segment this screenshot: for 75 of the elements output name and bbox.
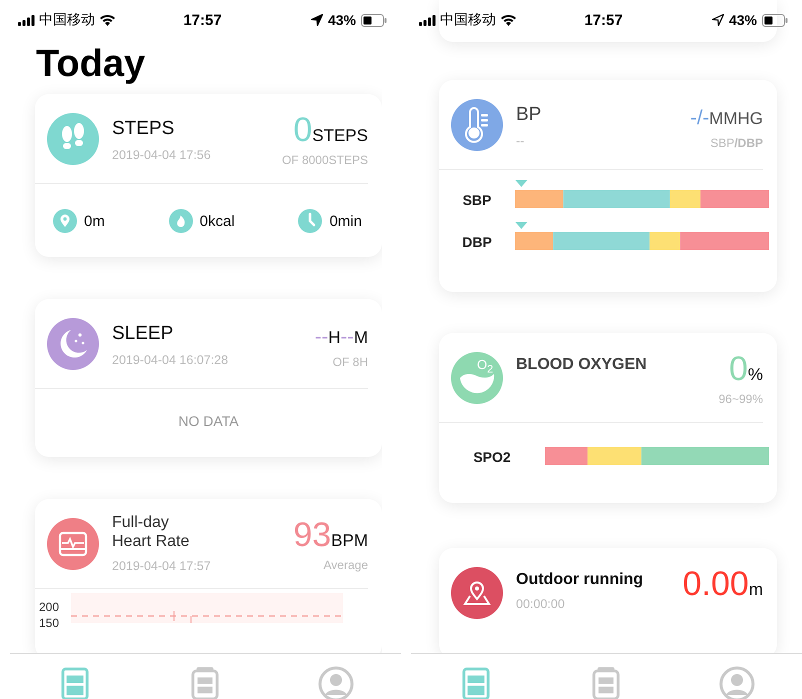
bar-label: DBP (461, 234, 493, 250)
map-pin-icon (451, 567, 503, 619)
dashboard-tab-icon[interactable] (462, 666, 490, 699)
steps-value: 0 (293, 113, 312, 147)
oxygen-value: 0 (728, 352, 748, 386)
card-title: Full-day Heart Rate (112, 513, 190, 551)
clock-time: 17:57 (584, 12, 623, 28)
page-title: Today (36, 43, 146, 86)
pressure-caption: SBP/DBP (710, 136, 763, 150)
location-pin-icon (53, 209, 77, 233)
unit-label: MMHG (709, 109, 763, 129)
distance-value: 0.00 (682, 567, 749, 601)
timestamp: 2019-04-04 16:07:28 (112, 353, 230, 367)
stat-value: 0kcal (200, 212, 235, 230)
unit-label: m (748, 580, 763, 600)
steps-card[interactable]: STEPS 2019-04-04 17:56 0STEPS OF 8000STEPS 0m 0kcal 0min (35, 94, 382, 257)
profile-tab-icon[interactable] (318, 666, 354, 699)
bar-label: SBP (462, 192, 492, 208)
axis-label: 200 (39, 601, 60, 613)
duration-time: 00:00:00 (516, 597, 566, 611)
goal-label: OF 8000STEPS (282, 153, 368, 167)
unit-label: BPM (331, 531, 368, 551)
clock-time: 17:57 (183, 12, 222, 28)
battery-percent: 43% (328, 12, 356, 28)
stat-value: 0min (329, 212, 362, 230)
location-arrow-icon (310, 14, 323, 26)
profile-tab-icon[interactable] (718, 666, 755, 699)
outdoor-running-card[interactable]: Outdoor running 00:00:00 0.00m (439, 548, 777, 653)
timestamp: 2019-04-04 17:57 (112, 559, 212, 573)
location-arrow-icon (712, 14, 724, 26)
axis-label: 150 (39, 617, 60, 629)
unit-label: H (328, 328, 340, 348)
blood-oxygen-card[interactable]: O$_{2}$ BLOOD OXYGEN 0% 96~99% SPO2 (439, 333, 777, 503)
carrier-name: 中国移动 (440, 11, 496, 29)
signal-icon (18, 14, 35, 26)
battery-icon (361, 14, 387, 26)
card-title: BP (516, 104, 542, 126)
card-title: SLEEP (112, 323, 174, 345)
battery-icon (762, 14, 788, 26)
clock-icon (298, 209, 322, 233)
wifi-icon (500, 14, 517, 26)
timestamp: 2019-04-04 17:56 (112, 148, 212, 162)
unit-label: M (354, 328, 368, 348)
battery-percent: 43% (728, 12, 757, 28)
signal-icon (419, 14, 436, 26)
carrier-name: 中国移动 (39, 11, 95, 29)
range-caption: 96~99% (718, 392, 763, 406)
card-title: BLOOD OXYGEN (516, 356, 648, 374)
watch-tab-icon[interactable] (592, 666, 620, 699)
goal-label: OF 8H (332, 355, 368, 369)
empty-message: NO DATA (178, 413, 239, 429)
card-title: STEPS (112, 118, 176, 140)
unit-label: STEPS (312, 126, 368, 146)
wifi-icon (99, 14, 116, 26)
heart-rate-card[interactable]: Full-day Heart Rate 2019-04-04 17:57 93BPM Average 200 150 (35, 499, 382, 653)
timestamp: -- (516, 134, 526, 148)
average-label: Average (324, 558, 368, 572)
heart-monitor-icon (47, 518, 99, 570)
icon-label: O$_{2}$ (477, 358, 494, 376)
sleep-card[interactable]: SLEEP 2019-04-04 16:07:28 --H--M OF 8H NO DATA (35, 299, 382, 457)
hours-value: -- (314, 326, 328, 349)
heart-rate-value: 93 (293, 518, 332, 552)
stat-value: 0m (84, 212, 105, 230)
watch-tab-icon[interactable] (191, 666, 220, 699)
minutes-value: -- (340, 326, 354, 349)
unit-label: % (748, 365, 763, 385)
card-title: Outdoor running (516, 571, 644, 589)
footprints-icon (47, 113, 99, 165)
thermometer-icon (451, 99, 503, 151)
blood-pressure-card[interactable]: BP -- -/-MMHG SBP/DBP SBP DBP (439, 80, 777, 292)
bar-label: SPO2 (472, 449, 512, 465)
dashboard-tab-icon[interactable] (61, 666, 90, 699)
moon-icon (47, 318, 99, 370)
flame-icon (168, 209, 193, 233)
pressure-value: -/- (690, 107, 710, 130)
